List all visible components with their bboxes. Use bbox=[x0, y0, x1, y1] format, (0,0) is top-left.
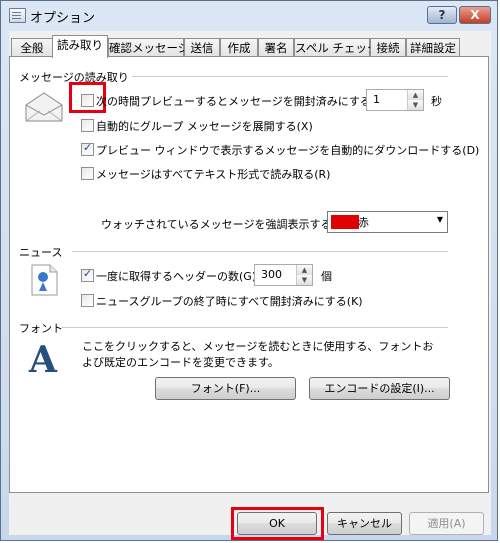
spin-down-icon[interactable]: ▼ bbox=[407, 100, 423, 110]
spin-down-icon[interactable]: ▼ bbox=[296, 275, 312, 285]
cancel-button[interactable]: キャンセル bbox=[327, 512, 402, 535]
mark-all-read-checkbox[interactable] bbox=[81, 294, 94, 307]
news-section-divider bbox=[72, 251, 448, 252]
plain-text-checkbox[interactable] bbox=[81, 167, 94, 180]
encoding-button[interactable]: エンコードの設定(I)... bbox=[309, 377, 450, 400]
title-bar[interactable]: オプション ? X bbox=[1, 1, 497, 29]
header-count-spinner[interactable]: 300 ▲ ▼ bbox=[254, 264, 313, 286]
spin-up-icon[interactable]: ▲ bbox=[296, 265, 312, 275]
auto-download-checkbox[interactable] bbox=[81, 141, 94, 156]
tab-strip: 全般 読み取り 確認メッセージ 送信 作成 署名 スペル チェック 接続 詳細設… bbox=[9, 35, 491, 58]
get-headers-label: 一度に取得するヘッダーの数(G) bbox=[96, 270, 257, 283]
tab-compose[interactable]: 作成 bbox=[220, 38, 258, 57]
tab-read[interactable]: 読み取り bbox=[52, 35, 108, 58]
ok-button-highlight bbox=[231, 507, 324, 540]
envelope-icon bbox=[25, 92, 63, 122]
get-headers-checkbox[interactable] bbox=[81, 267, 94, 282]
header-count-value: 300 bbox=[261, 268, 282, 281]
mark-all-read-label: ニュースグループの終了時にすべて開封済みにする(K) bbox=[96, 295, 363, 308]
options-dialog: オプション ? X 全般 読み取り 確認メッセージ 送信 作成 署名 スペル チ… bbox=[0, 0, 498, 541]
watched-color-dropdown[interactable]: 赤 ▼ bbox=[327, 211, 448, 233]
expand-groups-label: 自動的にグループ メッセージを展開する(X) bbox=[96, 120, 313, 133]
fonts-section-title: フォント bbox=[19, 322, 63, 335]
tab-send[interactable]: 送信 bbox=[184, 38, 220, 57]
tab-signatures[interactable]: 署名 bbox=[258, 38, 294, 57]
color-swatch bbox=[331, 215, 359, 229]
close-button[interactable]: X bbox=[459, 6, 491, 24]
spin-up-icon[interactable]: ▲ bbox=[407, 90, 423, 100]
dialog-client: 全般 読み取り 確認メッセージ 送信 作成 署名 スペル チェック 接続 詳細設… bbox=[9, 31, 491, 540]
font-letter-icon: A bbox=[29, 339, 57, 381]
tab-receipts[interactable]: 確認メッセージ bbox=[108, 38, 189, 57]
tab-advanced[interactable]: 詳細設定 bbox=[406, 38, 460, 57]
mark-read-label: 次の時間プレビューするとメッセージを開封済みにする(M) bbox=[96, 95, 389, 108]
watched-color-name: 赤 bbox=[358, 216, 369, 229]
reading-tab-panel: メッセージの読み取り 次の時間プレビューするとメッセージを開封済みにする(M) … bbox=[9, 56, 489, 493]
apply-button[interactable]: 適用(A) bbox=[409, 512, 484, 535]
news-document-icon bbox=[31, 264, 58, 296]
fonts-section-divider bbox=[62, 327, 448, 328]
tab-connection[interactable]: 接続 bbox=[370, 38, 406, 57]
chevron-down-icon: ▼ bbox=[436, 215, 443, 224]
seconds-unit: 秒 bbox=[431, 95, 442, 108]
watched-highlight-label: ウォッチされているメッセージを強調表示する bbox=[101, 218, 332, 231]
plain-text-label: メッセージはすべてテキスト形式で読み取る(R) bbox=[96, 168, 331, 181]
header-count-unit: 個 bbox=[321, 270, 332, 283]
font-button[interactable]: フォント(F)... bbox=[155, 377, 296, 400]
reading-section-divider bbox=[132, 76, 448, 77]
help-button[interactable]: ? bbox=[427, 6, 457, 24]
seconds-value: 1 bbox=[373, 93, 380, 106]
options-app-icon bbox=[9, 8, 26, 23]
news-section-title: ニュース bbox=[19, 246, 63, 259]
fonts-description: ここをクリックすると、メッセージを読むときに使用する、フォントおよび既定のエンコ… bbox=[82, 340, 434, 369]
expand-groups-checkbox[interactable] bbox=[81, 119, 94, 132]
tab-spelling[interactable]: スペル チェック bbox=[294, 38, 378, 57]
auto-download-label: プレビュー ウィンドウで表示するメッセージを自動的にダウンロードする(D) bbox=[96, 144, 480, 157]
seconds-spinner[interactable]: 1 ▲ ▼ bbox=[366, 89, 424, 111]
window-title: オプション bbox=[30, 11, 96, 26]
tab-general[interactable]: 全般 bbox=[11, 38, 53, 57]
